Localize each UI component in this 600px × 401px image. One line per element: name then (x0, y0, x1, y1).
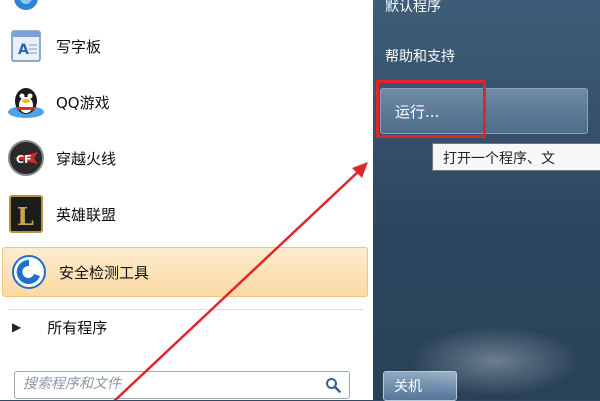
search-input[interactable] (15, 372, 321, 396)
help-support-link[interactable]: 帮助和支持 (385, 46, 455, 66)
program-label: 英雄联盟 (56, 205, 117, 224)
highlight-box (376, 80, 486, 138)
league-of-legends-icon: L (4, 194, 48, 234)
program-label: 安全检测工具 (59, 263, 150, 282)
program-item-wordpad[interactable]: A 写字板 (0, 22, 365, 70)
watermark (410, 326, 580, 396)
run-tooltip: 打开一个程序、文 (432, 143, 600, 171)
programs-panel: A 写字板 QQ游戏 CF 穿越火线 L 英雄联盟 安全检测工具 ▶ 所有程序 … (0, 0, 373, 400)
app-icon (4, 0, 48, 10)
program-label: 写字板 (56, 37, 102, 56)
program-item-crossfire[interactable]: CF 穿越火线 (0, 134, 365, 182)
tooltip-text: 打开一个程序、文 (443, 151, 555, 167)
search-box[interactable] (14, 371, 350, 399)
all-programs-label: 所有程序 (47, 318, 108, 337)
svg-text:A: A (18, 42, 29, 58)
wordpad-icon: A (4, 26, 48, 66)
program-item-league-of-legends[interactable]: L 英雄联盟 (0, 190, 365, 238)
crossfire-icon: CF (4, 138, 48, 178)
program-item-security-check[interactable]: 安全检测工具 (2, 247, 368, 297)
default-programs-link[interactable]: 默认程序 (385, 0, 441, 16)
security-check-icon (7, 252, 51, 292)
svg-text:L: L (17, 202, 34, 231)
program-label: 穿越火线 (56, 149, 117, 168)
search-icon[interactable] (325, 377, 341, 393)
separator (8, 309, 363, 310)
svg-text:CF: CF (16, 153, 32, 166)
triangle-right-icon: ▶ (12, 320, 22, 334)
qq-game-icon (4, 82, 48, 122)
all-programs-button[interactable]: ▶ 所有程序 (0, 313, 365, 341)
program-item-partial[interactable] (0, 0, 365, 14)
program-label: QQ游戏 (56, 93, 110, 112)
program-item-qq-game[interactable]: QQ游戏 (0, 78, 365, 126)
